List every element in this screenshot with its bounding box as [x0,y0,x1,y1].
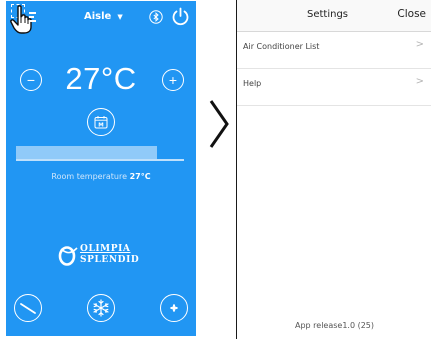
power-icon[interactable] [171,7,190,26]
brand-mark-icon [58,246,78,266]
temperature-control: − 27°C + [6,59,196,99]
settings-header: Settings Close [237,0,431,32]
cooling-mode-button[interactable] [87,294,115,322]
fan-speed-icon [170,304,178,312]
room-temperature-value: 27°C [129,172,151,181]
menu-icon[interactable] [29,12,37,22]
caret-down-icon: ▼ [117,12,123,21]
room-temperature-label: Room temperature [51,172,128,181]
settings-item-help[interactable]: Help > [237,68,431,106]
plus-icon: + [168,72,178,88]
top-bar: Aisle ▼ [6,1,196,37]
room-selector[interactable]: Aisle ▼ [84,11,123,22]
mode-icon [20,303,36,314]
settings-item-label: Air Conditioner List [243,42,320,51]
app-version: App release1.0 (25) [294,321,375,330]
room-name: Aisle [84,11,112,22]
page-title: Settings [306,9,348,20]
settings-item-label: Help [243,79,262,88]
brand-line-2: SPLENDID [80,255,140,265]
room-temperature-readout: Room temperature 27°C [6,172,196,181]
settings-item-air-conditioner-list[interactable]: Air Conditioner List > [237,31,431,69]
increase-temperature-button[interactable]: + [162,69,184,91]
mode-button[interactable] [14,294,42,322]
bluetooth-icon[interactable] [149,10,163,24]
chevron-right-icon [209,100,229,148]
chevron-right-icon: > [415,76,424,87]
settings-screen: Settings Close Air Conditioner List > He… [236,0,431,339]
snowflake-icon [93,299,109,317]
brand-line-1: OLIMPIA [80,244,131,254]
chevron-right-icon: > [415,39,424,50]
timer-mode-letter: M [98,123,103,129]
room-temperature-track [16,159,184,161]
close-button[interactable]: Close [397,8,426,20]
ac-control-screen: Aisle ▼ − 27°C + M Room temperature 27°C… [6,1,196,336]
brand-logo: OLIMPIA SPLENDID [58,243,168,269]
fan-speed-button[interactable] [160,294,188,322]
timer-button[interactable]: M [87,108,115,136]
timer-icon: M [94,116,108,129]
